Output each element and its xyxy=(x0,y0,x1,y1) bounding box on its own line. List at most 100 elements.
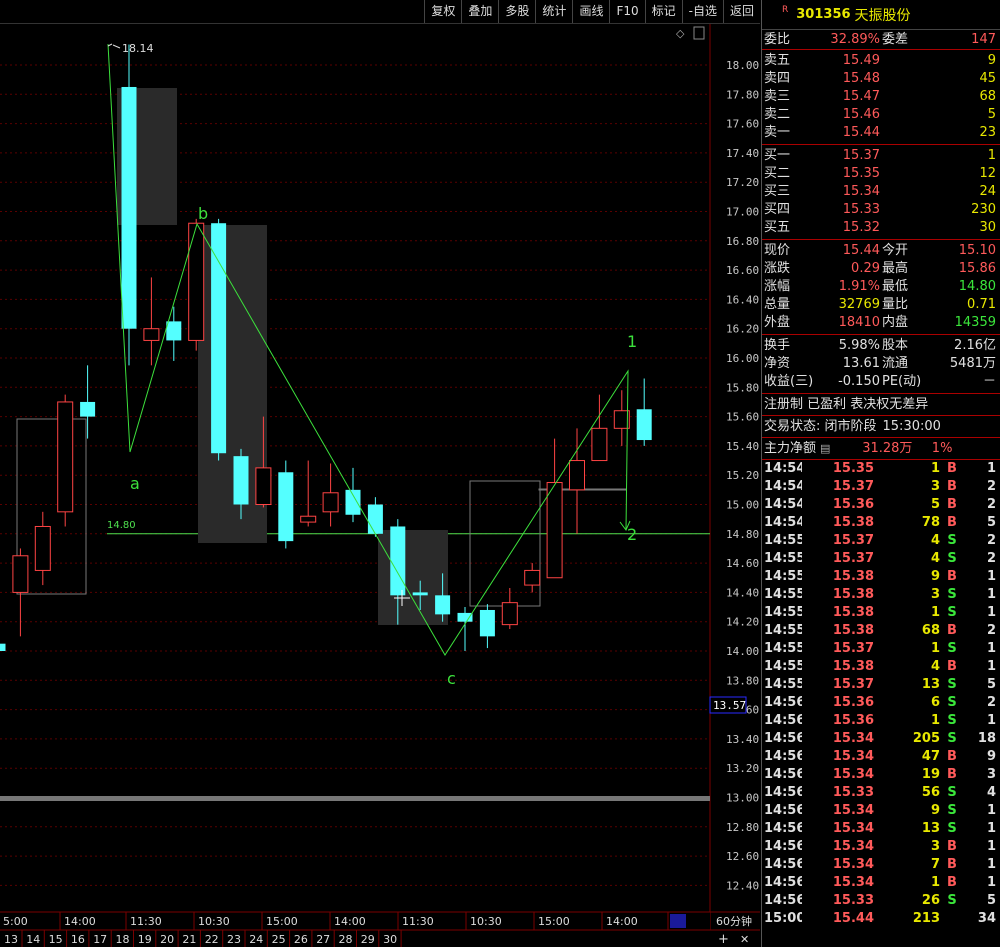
quote-stats: 现价 15.44 今开 15.10 涨跌 0.29 最高 15.86 涨幅 1.91% 最低 14.8… xyxy=(762,240,1000,335)
stat-label-left: 收益(三) xyxy=(764,374,814,389)
candle-body-up xyxy=(12,555,29,593)
quote-panel: R 301356 天振股份 委比 32.89% 委差 147 卖五 15.49 9 卖… xyxy=(761,0,1000,947)
buy-level-row: 买五 15.32 30 xyxy=(762,219,1000,237)
info-tags: 注册制 已盈利 表决权无差异 xyxy=(762,394,1000,416)
list-icon[interactable]: ▤ xyxy=(820,438,830,459)
trade-count: 2 xyxy=(986,479,996,494)
trade-side: S xyxy=(947,821,957,836)
buy-level-volume: 30 xyxy=(979,220,996,235)
trade-time: 14:56 xyxy=(764,749,802,764)
trade-volume: 3 xyxy=(930,479,940,494)
trade-price: 15.37 xyxy=(832,533,874,548)
candle-body-up xyxy=(546,482,563,579)
stat-value-right: － xyxy=(982,374,996,389)
y-tick-label: 13.80 xyxy=(726,674,759,687)
y-tick-label: 15.80 xyxy=(726,381,759,394)
trade-time: 14:56 xyxy=(764,803,802,818)
trade-volume: 9 xyxy=(930,569,940,584)
stock-name: 天振股份 xyxy=(854,7,911,24)
diamond-icon[interactable]: ◇ xyxy=(676,27,685,40)
toolbar-multi-stock-button[interactable]: 多股 xyxy=(498,0,535,23)
trade-time: 14:55 xyxy=(764,569,802,584)
toolbar-overlay-button[interactable]: 叠加 xyxy=(461,0,498,23)
panel-toggle-icon[interactable] xyxy=(693,26,705,40)
trade-time: 14:56 xyxy=(764,839,802,854)
trade-price: 15.38 xyxy=(832,605,874,620)
sell-level-label: 卖三 xyxy=(764,89,791,104)
trade-volume: 4 xyxy=(930,533,940,548)
trade-side: S xyxy=(947,605,957,620)
stat-label-left: 外盘 xyxy=(764,315,791,330)
weicha-value: 147 xyxy=(971,32,996,47)
toolbar-self-select-button[interactable]: -自选 xyxy=(681,0,723,23)
trade-count: 2 xyxy=(986,533,996,548)
stat-value-left: 32769 xyxy=(838,297,880,312)
trade-time: 14:56 xyxy=(764,785,802,800)
trade-price: 15.34 xyxy=(832,839,874,854)
zoom-out-icon[interactable]: ✕ xyxy=(740,933,749,946)
y-tick-label: 12.60 xyxy=(726,850,759,863)
buy-level-volume: 230 xyxy=(971,202,996,217)
buy-level-label: 买一 xyxy=(764,148,791,163)
y-tick-label: 17.20 xyxy=(726,176,759,189)
trade-price: 15.37 xyxy=(832,641,874,656)
trade-count: 1 xyxy=(986,803,996,818)
period-label[interactable]: 60分钟 xyxy=(716,914,752,928)
trade-time: 14:56 xyxy=(764,713,802,728)
sell-level-price: 15.44 xyxy=(842,125,880,140)
y-tick-label: 12.40 xyxy=(726,879,759,892)
candle-body-down xyxy=(435,595,451,615)
candle-body-up xyxy=(57,401,74,513)
date-label: 22 xyxy=(205,933,219,946)
trade-price: 15.38 xyxy=(832,659,874,674)
trade-volume: 4 xyxy=(930,659,940,674)
trade-volume: 1 xyxy=(930,713,940,728)
candle-body-up xyxy=(188,222,205,341)
stat-value-left: 0.29 xyxy=(851,261,880,276)
kline-canvas[interactable]: 18.00 17.80 17.60 17.40 17.20 17.00 16.80 16.60… xyxy=(0,0,760,947)
weibi-value: 32.89% xyxy=(830,32,880,47)
trade-time: 14:54 xyxy=(764,461,802,476)
trade-volume: 4 xyxy=(930,551,940,566)
trade-price: 15.38 xyxy=(832,569,874,584)
chart-toolbar: 复权 叠加 多股 统计 画线 F10 标记 -自选 返回 xyxy=(0,0,760,24)
toolbar-fuquan-button[interactable]: 复权 xyxy=(424,0,461,23)
stock-code: 301356 xyxy=(796,7,851,22)
buy-level-price: 15.33 xyxy=(842,202,880,217)
candle-body-up xyxy=(300,515,317,523)
toolbar-back-button[interactable]: 返回 xyxy=(722,0,760,23)
trade-count: 2 xyxy=(986,695,996,710)
time-label: 14:00 xyxy=(64,915,96,928)
trade-side: S xyxy=(947,677,957,692)
toolbar-draw-button[interactable]: 画线 xyxy=(572,0,609,23)
weicha-label: 委差 xyxy=(882,32,909,47)
trade-volume: 68 xyxy=(921,623,940,638)
trade-count: 1 xyxy=(986,875,996,890)
kline-chart[interactable]: 18.00 17.80 17.60 17.40 17.20 17.00 16.80 16.60… xyxy=(0,0,760,947)
weibi-row: 委比 32.89% 委差 147 xyxy=(762,30,1000,50)
stat-value-right: 14.80 xyxy=(958,279,996,294)
trade-side: S xyxy=(947,641,957,656)
toolbar-stats-button[interactable]: 统计 xyxy=(535,0,572,23)
trade-time: 14:55 xyxy=(764,641,802,656)
zoom-in-icon[interactable]: + xyxy=(718,932,729,947)
y-tick-label: 14.60 xyxy=(726,557,759,570)
trade-time: 14:56 xyxy=(764,767,802,782)
trade-price: 15.33 xyxy=(832,893,874,908)
trade-count: 1 xyxy=(986,713,996,728)
trade-row: 14:54 15.36 5 B 2 xyxy=(762,496,1000,514)
y-tick-label: 17.40 xyxy=(726,147,759,160)
candle-body-up xyxy=(34,525,51,571)
trade-count: 1 xyxy=(986,569,996,584)
toolbar-mark-button[interactable]: 标记 xyxy=(644,0,682,23)
trade-volume: 78 xyxy=(921,515,940,530)
trade-volume: 3 xyxy=(930,587,940,602)
toolbar-f10-button[interactable]: F10 xyxy=(609,0,644,23)
trade-count: 1 xyxy=(986,857,996,872)
trade-volume: 47 xyxy=(921,749,940,764)
time-label: 15:00 xyxy=(538,915,570,928)
trade-side: S xyxy=(947,551,957,566)
trade-price: 15.34 xyxy=(832,803,874,818)
trade-row: 14:54 15.35 1 B 1 xyxy=(762,460,1000,478)
high-label: 18.14 xyxy=(122,42,154,55)
